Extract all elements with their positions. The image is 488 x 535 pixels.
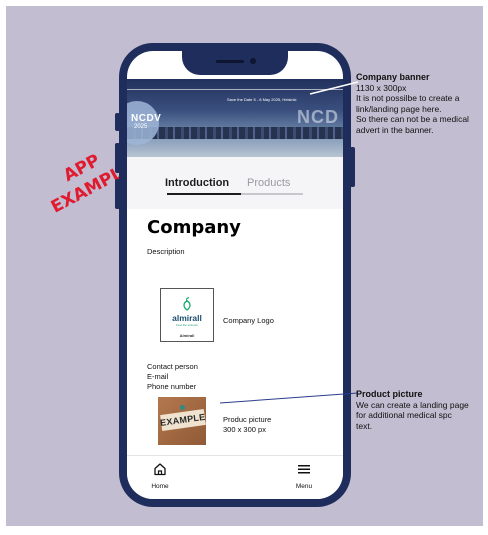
product-annotation-line: We can create a landing page xyxy=(356,399,469,410)
banner-annotation-line: 1130 x 300px xyxy=(356,82,407,93)
product-annotation-line: for additional medical spc xyxy=(356,410,452,420)
banner-annotation-line: It is not possilbe to create a xyxy=(356,93,460,103)
phone-notch xyxy=(182,51,288,75)
banner-annotation-line: link/landing page here. xyxy=(356,103,442,114)
banner-connector-line xyxy=(309,81,359,95)
product-connector-line xyxy=(219,392,359,404)
product-annotation-title: Product picture xyxy=(356,389,423,399)
banner-annotation-title: Company banner xyxy=(356,72,430,82)
speaker-grille xyxy=(216,60,244,63)
product-annotation: Product picture We can create a landing … xyxy=(356,389,483,431)
banner-annotation-line: So there can not be a medical xyxy=(356,114,469,124)
product-annotation-line: text. xyxy=(356,420,373,431)
banner-annotation: Company banner 1130 x 300px It is not po… xyxy=(356,72,483,135)
front-camera xyxy=(250,58,256,64)
canvas-background: APP EXAMPLE NCDV 2025 Save the Date 5 - … xyxy=(6,6,483,526)
banner-annotation-line: advert in the banner. xyxy=(356,124,434,135)
